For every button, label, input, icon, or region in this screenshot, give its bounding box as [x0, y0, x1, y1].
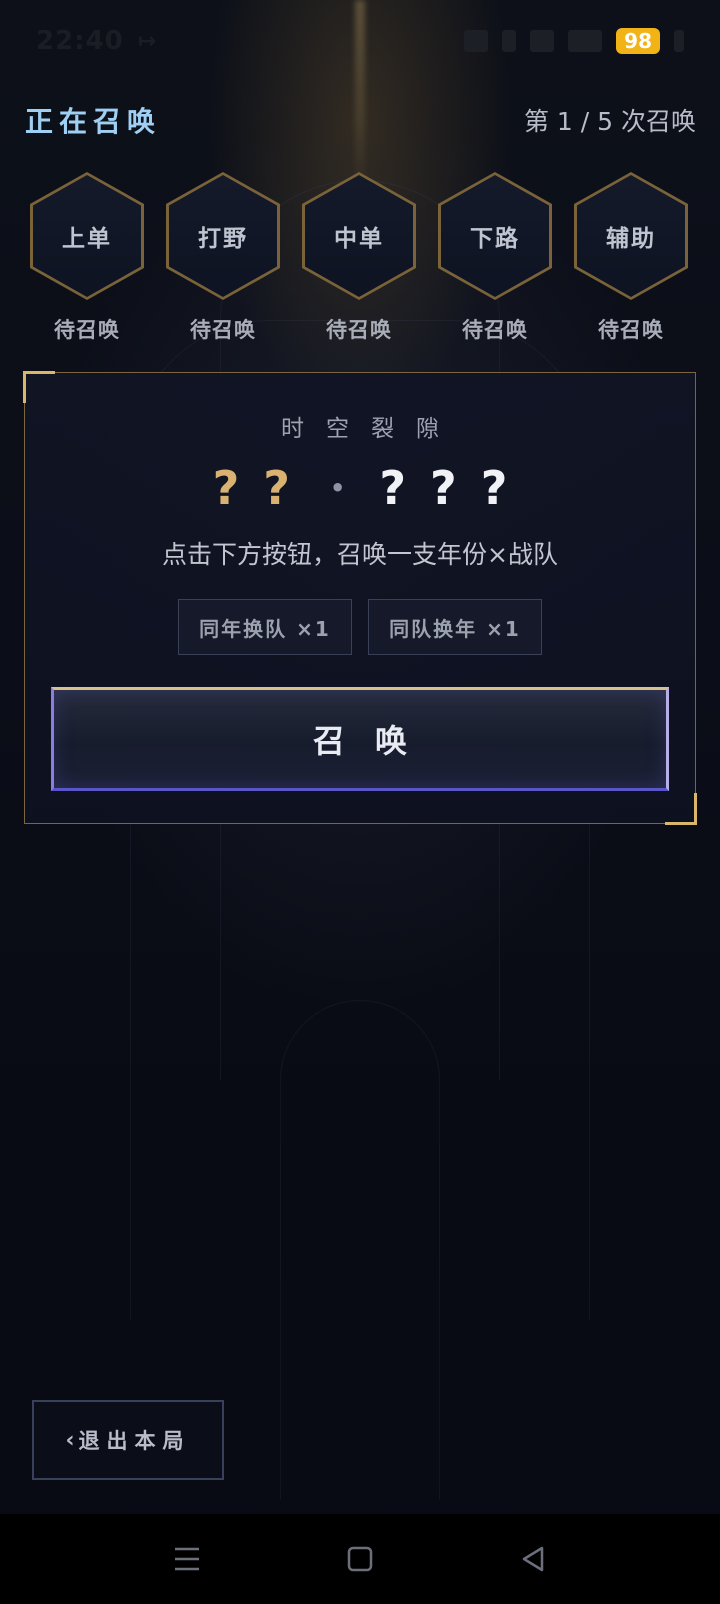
status-icons: 98 — [464, 28, 684, 54]
slot-mid: 中单 待召唤 — [302, 172, 416, 344]
back-nav-button[interactable] — [503, 1529, 563, 1589]
hex-frame: 打野 — [166, 172, 280, 300]
summon-progress: 第 1 / 5 次召唤 — [523, 107, 696, 136]
slot-status: 待召唤 — [54, 318, 120, 342]
charging-icon — [674, 30, 684, 52]
bluetooth-icon — [502, 30, 517, 52]
summon-button[interactable]: 召唤 — [51, 687, 669, 791]
slot-role-label: 辅助 — [577, 175, 685, 297]
slot-role-label: 下路 — [441, 175, 549, 297]
battery-badge: 98 — [616, 28, 660, 54]
separator-dot: • — [329, 474, 346, 502]
slot-status: 待召唤 — [462, 318, 528, 342]
chevron-left-icon: ‹ — [65, 1427, 75, 1453]
team-mark: ? — [379, 461, 407, 515]
slot-bottom: 下路 待召唤 — [438, 172, 552, 344]
slot-status: 待召唤 — [326, 318, 392, 342]
slot-role-label: 中单 — [305, 175, 413, 297]
slot-role-label: 上单 — [33, 175, 141, 297]
wifi-icon — [530, 30, 555, 52]
year-mark: ? — [263, 461, 290, 515]
card-subtitle: 时空裂隙 — [281, 416, 461, 442]
exit-game-button[interactable]: ‹ 退出本局 — [32, 1400, 224, 1480]
signal-icon — [568, 30, 603, 52]
mystery-result: ? ? • ? ? ? — [25, 461, 695, 515]
same-team-swap-year-button[interactable]: 同队换年 ×1 — [368, 599, 542, 655]
card-description: 点击下方按钮，召唤一支年份×战队 — [162, 540, 558, 569]
slot-top: 上单 待召唤 — [30, 172, 144, 344]
corner-accent — [23, 371, 55, 403]
same-year-swap-team-button[interactable]: 同年换队 ×1 — [178, 599, 352, 655]
year-mark: ? — [212, 461, 240, 515]
slot-status: 待召唤 — [190, 318, 256, 342]
system-nav-bar — [0, 1514, 720, 1604]
home-nav-button[interactable] — [330, 1529, 390, 1589]
slot-role-label: 打野 — [169, 175, 277, 297]
menu-nav-button[interactable] — [157, 1529, 217, 1589]
hex-frame: 辅助 — [574, 172, 688, 300]
background-doorway — [280, 1000, 440, 1500]
corner-accent — [665, 793, 697, 825]
status-time: 22:40 — [36, 26, 124, 56]
hex-frame: 中单 — [302, 172, 416, 300]
slot-support: 辅助 待召唤 — [574, 172, 688, 344]
team-mark: ? — [480, 461, 508, 515]
page-title: 正在召唤 — [25, 105, 162, 138]
team-mark: ? — [430, 461, 457, 515]
exit-label: 退出本局 — [78, 1429, 191, 1453]
reroll-options: 同年换队 ×1 同队换年 ×1 — [25, 599, 695, 655]
slot-jungle: 打野 待召唤 — [166, 172, 280, 344]
home-square-icon — [347, 1546, 373, 1572]
mute-icon — [464, 30, 489, 52]
role-slots: 上单 待召唤 打野 待召唤 中单 待召唤 下路 待召唤 辅助 待召唤 — [30, 172, 690, 342]
status-arrow-icon: ↦ — [137, 28, 157, 54]
hex-frame: 下路 — [438, 172, 552, 300]
menu-icon — [174, 1547, 199, 1571]
summon-card: 时空裂隙 ? ? • ? ? ? 点击下方按钮，召唤一支年份×战队 同年换队 ×… — [23, 371, 697, 825]
status-bar: 22:40 ↦ 98 — [0, 0, 720, 82]
hex-frame: 上单 — [30, 172, 144, 300]
back-triangle-icon — [523, 1546, 544, 1572]
slot-status: 待召唤 — [598, 318, 664, 342]
